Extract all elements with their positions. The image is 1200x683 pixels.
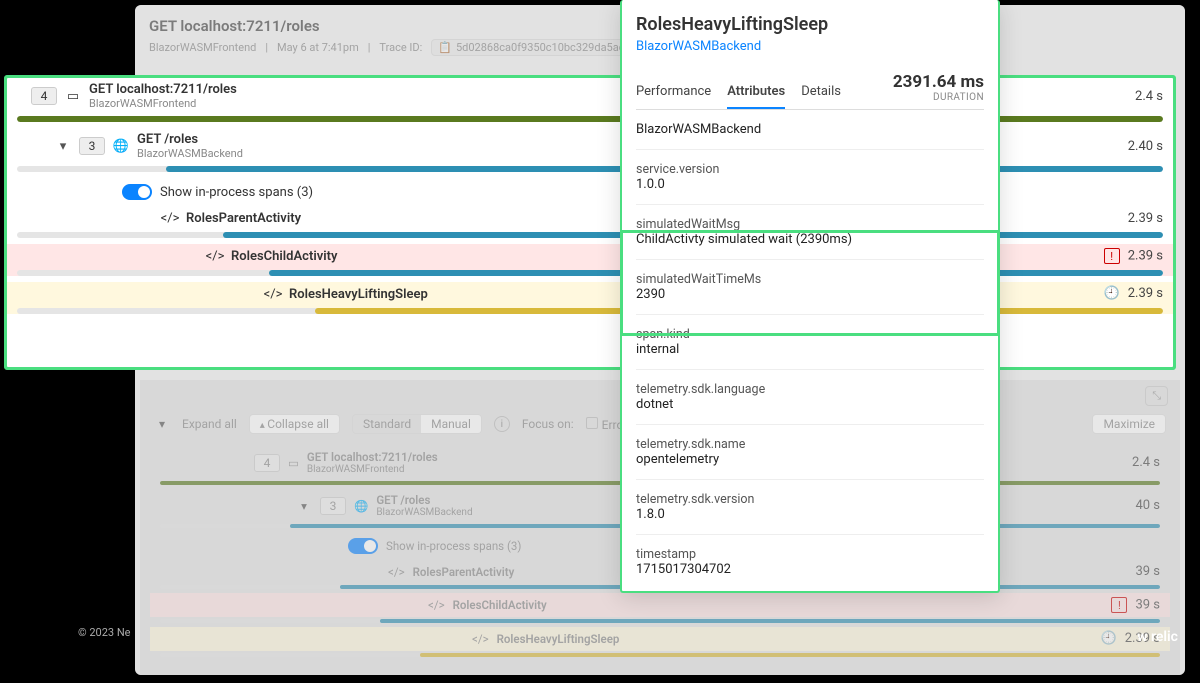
footer-copyright: © 2023 Ne [78,626,131,639]
seg-manual[interactable]: Manual [421,415,481,433]
window-icon: ▭ [65,88,81,104]
attribute-row: span.kind internal [636,315,984,370]
toggle-in-process-spans[interactable] [122,184,152,200]
chevron-down-icon[interactable]: ▾ [154,416,170,432]
info-icon[interactable]: i [494,416,510,432]
view-mode-segment[interactable]: Standard Manual [352,414,482,434]
code-icon: </> [388,565,405,579]
seg-standard[interactable]: Standard [353,415,421,433]
attribute-row: telemetry.sdk.name opentelemetry [636,425,984,480]
row-subtitle: BlazorWASMBackend [137,147,243,160]
header-timestamp: May 6 at 7:41pm [277,41,359,54]
tab-attributes[interactable]: Attributes [727,84,785,109]
row-duration: 🕘2.39 s [1103,286,1163,302]
globe-icon: 🌐 [113,138,129,154]
code-icon: </> [472,632,489,646]
row-duration: 2.40 s [1103,139,1163,154]
row-subtitle: BlazorWASMFrontend [89,97,237,110]
row-title: RolesChildActivity [231,249,337,264]
maximize-button[interactable]: Maximize [1092,414,1166,434]
collapse-all-button[interactable]: ▴ Collapse all [249,414,340,434]
tab-details[interactable]: Details [801,84,841,109]
window-icon: ▭ [288,456,299,470]
header-service: BlazorWASMFrontend [149,41,256,54]
footer-brand: w relic [1137,629,1178,645]
attribute-row: timestamp 1715017304702 [636,535,984,589]
attribute-row: telemetry.sdk.version 1.8.0 [636,480,984,535]
globe-icon: 🌐 [354,499,368,513]
tab-performance[interactable]: Performance [636,84,711,109]
attribute-row: telemetry.sdk.language dotnet [636,370,984,425]
expand-all-button[interactable]: Expand all [182,417,237,431]
focus-on-label: Focus on: [522,417,574,431]
toggle-in-process-spans[interactable] [348,538,378,554]
row-duration: !2.39 s [1103,248,1163,264]
clock-icon: 🕘 [1101,631,1117,647]
attribute-row: service.version 1.0.0 [636,150,984,205]
panel-title: RolesHeavyLiftingSleep [636,14,984,35]
toggle-label: Show in-process spans (3) [160,185,313,200]
kpi-value: 2391.64 ms [893,72,984,92]
highlighted-trace-section: 4 ▭ GET localhost:7211/roles BlazorWASMF… [4,75,1176,370]
attribute-row: BlazorWASMBackend [636,110,984,150]
attribute-row: simulatedWaitMsg ChildActivty simulated … [636,205,984,260]
row-duration: 2.4 s [1103,89,1163,104]
code-icon: </> [265,286,281,302]
row-count-chip: 3 [79,137,105,155]
copy-icon: 📋 [438,41,452,54]
row-title: RolesParentActivity [186,211,301,226]
trace-id-label: Trace ID: [379,41,422,54]
row-count-chip: 4 [31,87,57,105]
span-details-panel: RolesHeavyLiftingSleep BlazorWASMBackend… [620,0,1000,593]
attribute-row: simulatedWaitTimeMs 2390 [636,260,984,315]
panel-tabs: Performance Attributes Details [636,84,841,109]
row-duration: 2.39 s [1103,211,1163,226]
kpi-label: DURATION [893,92,984,103]
row-title: GET /roles [137,132,243,147]
duration-kpi: 2391.64 ms DURATION [893,72,984,103]
row-title: GET localhost:7211/roles [89,82,237,97]
error-icon: ! [1111,597,1127,613]
clock-warning-icon: 🕘 [1104,286,1120,302]
error-icon: ! [1104,248,1120,264]
code-icon: </> [207,248,223,264]
row-title: RolesHeavyLiftingSleep [289,287,428,302]
resize-handle-icon[interactable]: ⤡ [1145,386,1168,406]
attribute-list: BlazorWASMBackend service.version 1.0.0 … [636,110,984,589]
code-icon: </> [428,598,445,612]
code-icon: </> [162,210,178,226]
panel-service-link[interactable]: BlazorWASMBackend [636,39,761,54]
chevron-down-icon[interactable]: ▾ [55,138,71,154]
